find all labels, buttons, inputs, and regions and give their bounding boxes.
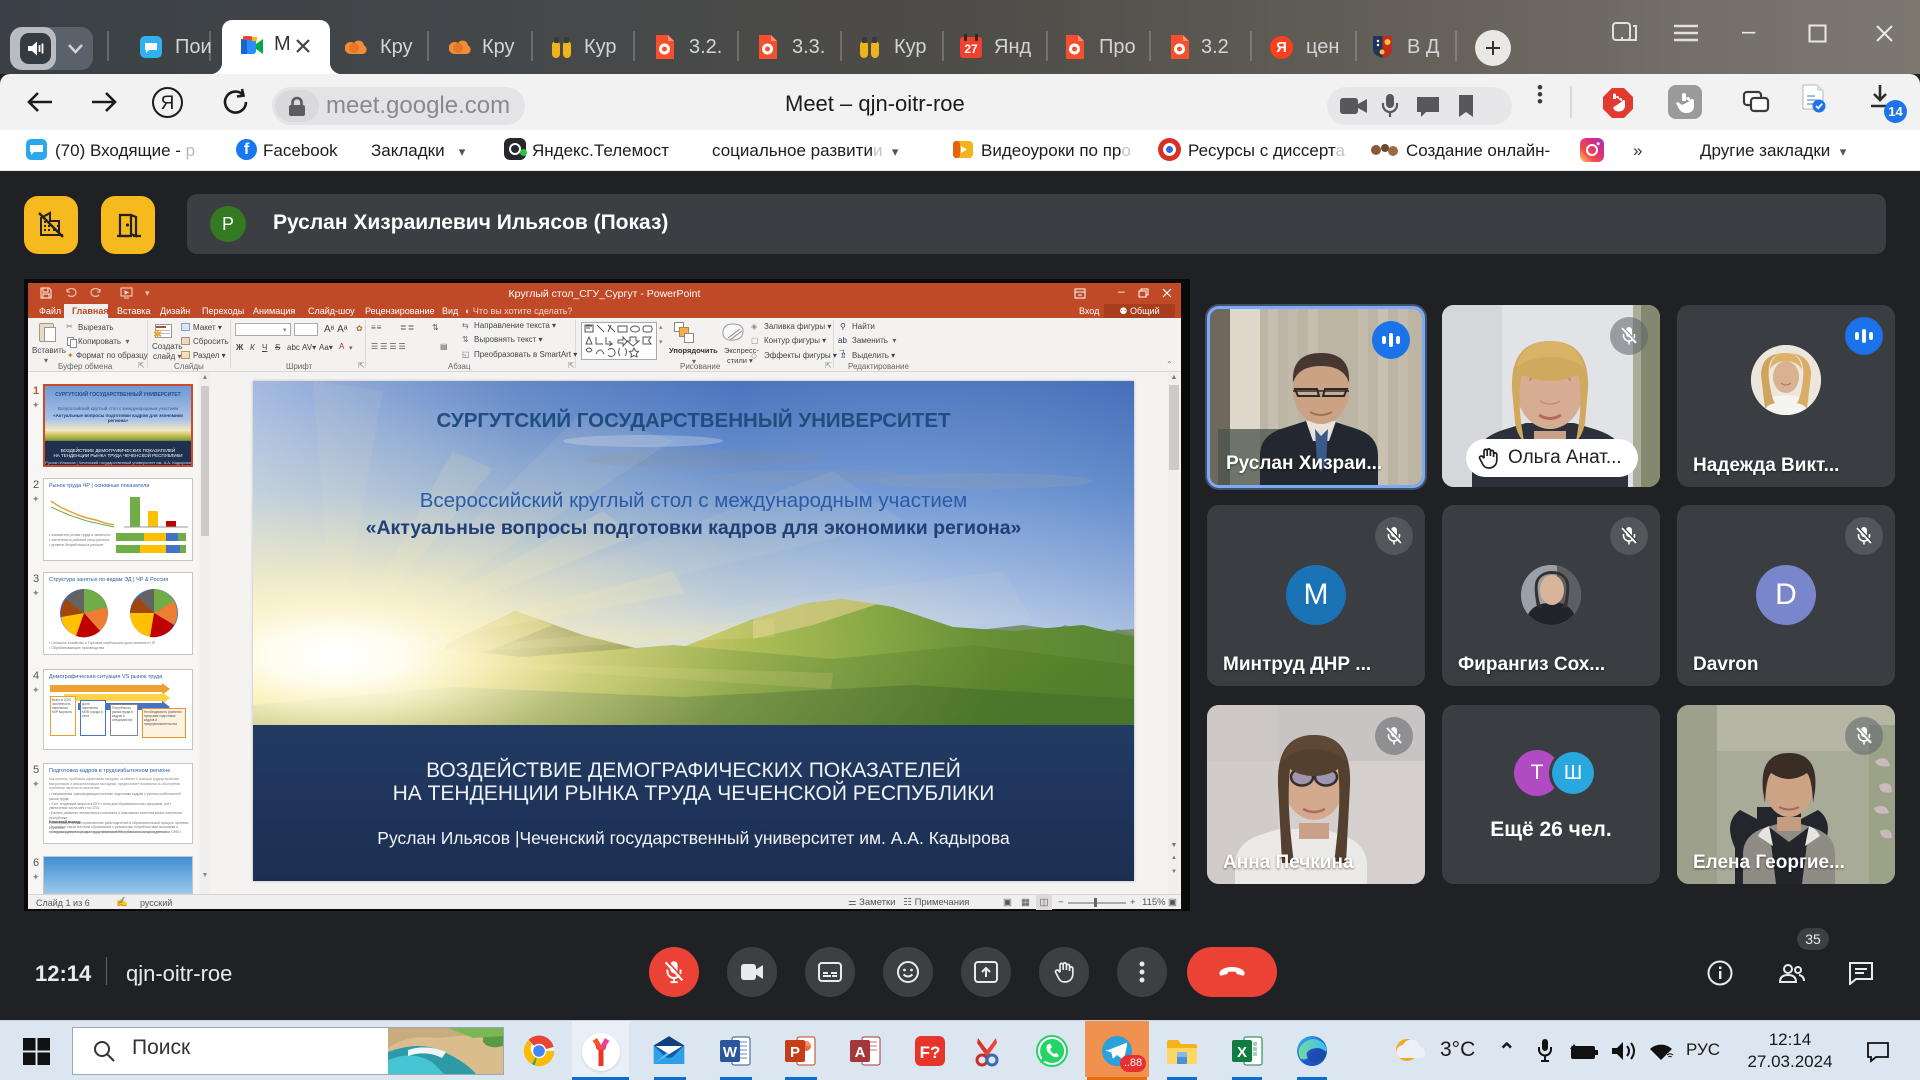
svg-text:P: P: [790, 1044, 800, 1061]
svg-text:F?: F?: [920, 1043, 941, 1062]
svg-text:W: W: [723, 1044, 738, 1061]
svg-text:27: 27: [964, 42, 978, 56]
svg-text:X: X: [1237, 1044, 1247, 1061]
svg-text:A: A: [855, 1044, 866, 1061]
